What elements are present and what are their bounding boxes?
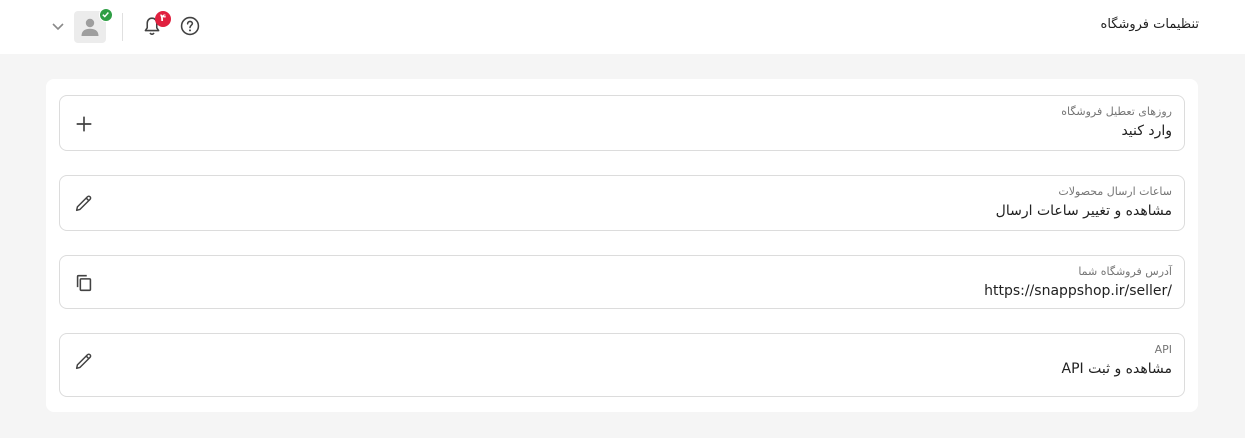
shipping-hours-field[interactable]: ساعات ارسال محصولات مشاهده و تغییر ساعات… [59, 175, 1185, 231]
notification-count-badge: ۴ [155, 11, 171, 27]
pencil-icon[interactable] [70, 347, 98, 375]
field-value: مشاهده و ثبت API [1061, 361, 1172, 377]
header-divider [122, 13, 123, 41]
field-value: https://snappshop.ir/seller/ [984, 283, 1172, 299]
user-icon [81, 18, 99, 36]
page-title: تنظیمات فروشگاه [1100, 17, 1199, 32]
settings-card: روزهای تعطیل فروشگاه وارد کنید ساعات ارس… [46, 79, 1198, 412]
check-badge-icon [99, 8, 113, 22]
store-address-field[interactable]: آدرس فروشگاه شما https://snappshop.ir/se… [59, 255, 1185, 309]
api-field[interactable]: API مشاهده و ثبت API [59, 333, 1185, 397]
field-label: ساعات ارسال محصولات [1058, 185, 1172, 198]
field-label: آدرس فروشگاه شما [1078, 265, 1172, 278]
chevron-down-icon[interactable] [50, 18, 66, 34]
copy-icon[interactable] [70, 269, 98, 297]
top-bar: تنظیمات فروشگاه ۴ [0, 0, 1245, 54]
holidays-field[interactable]: روزهای تعطیل فروشگاه وارد کنید [59, 95, 1185, 151]
plus-icon[interactable] [70, 110, 98, 138]
field-label: API [1154, 343, 1172, 356]
field-value: مشاهده و تغییر ساعات ارسال [995, 203, 1172, 219]
pencil-icon[interactable] [70, 189, 98, 217]
help-circle-icon[interactable] [179, 15, 201, 37]
field-value: وارد کنید [1121, 123, 1172, 139]
field-label: روزهای تعطیل فروشگاه [1061, 105, 1172, 118]
